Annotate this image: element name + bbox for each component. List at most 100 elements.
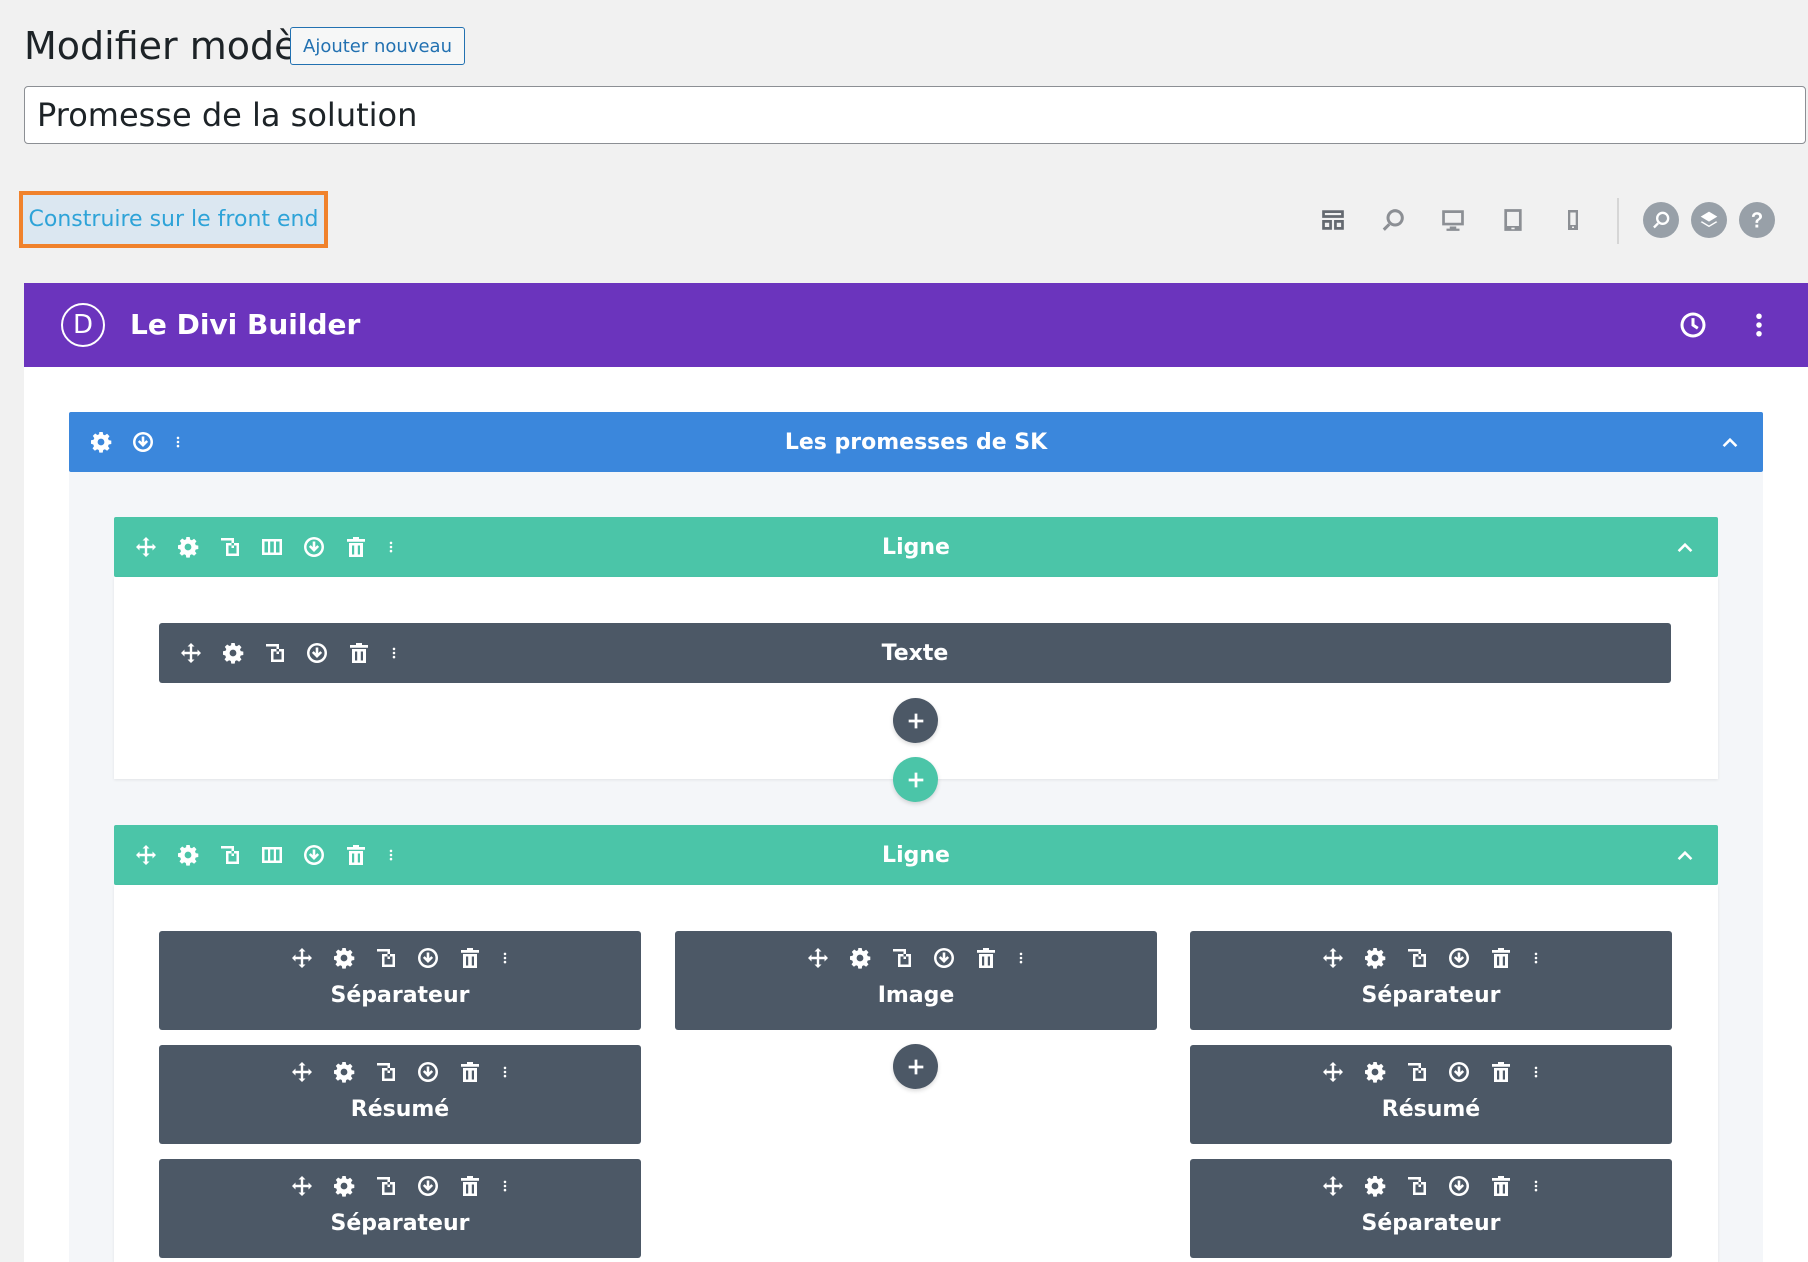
trash-icon[interactable] (456, 1058, 484, 1086)
add-new-button[interactable]: Ajouter nouveau (290, 27, 465, 65)
trash-icon[interactable] (1487, 1172, 1515, 1200)
chevron-up-icon[interactable] (1715, 427, 1745, 457)
zoom-icon[interactable] (1376, 203, 1410, 237)
module-title: Séparateur (1361, 983, 1501, 1008)
duplicate-icon[interactable] (372, 1172, 400, 1200)
save-icon[interactable] (300, 533, 328, 561)
duplicate-icon[interactable] (372, 944, 400, 972)
more-icon[interactable] (1529, 944, 1543, 972)
row-bar[interactable]: Ligne (114, 517, 1718, 577)
tablet-icon[interactable] (1496, 203, 1530, 237)
save-icon[interactable] (129, 428, 157, 456)
move-icon[interactable] (177, 639, 205, 667)
module-card[interactable]: Séparateur (159, 931, 641, 1030)
trash-icon[interactable] (972, 944, 1000, 972)
search-icon[interactable] (1643, 202, 1679, 238)
trash-icon[interactable] (345, 639, 373, 667)
trash-icon[interactable] (1487, 1058, 1515, 1086)
save-icon[interactable] (300, 841, 328, 869)
save-icon[interactable] (414, 944, 442, 972)
module-card[interactable]: Séparateur (159, 1159, 641, 1258)
module-bar[interactable]: Texte (159, 623, 1671, 683)
save-icon[interactable] (303, 639, 331, 667)
save-icon[interactable] (1445, 1058, 1473, 1086)
save-icon[interactable] (414, 1172, 442, 1200)
more-icon[interactable] (1014, 944, 1028, 972)
gear-icon[interactable] (330, 1058, 358, 1086)
more-icon[interactable] (384, 533, 398, 561)
module-title: Séparateur (1361, 1211, 1501, 1236)
section-bar[interactable]: Les promesses de SK (69, 412, 1763, 472)
duplicate-icon[interactable] (888, 944, 916, 972)
add-row-button[interactable] (893, 757, 938, 802)
module-card[interactable]: Résumé (1190, 1045, 1672, 1144)
duplicate-icon[interactable] (372, 1058, 400, 1086)
module-title: Image (877, 983, 955, 1008)
chevron-up-icon[interactable] (1670, 532, 1700, 562)
save-icon[interactable] (1445, 944, 1473, 972)
gear-icon[interactable] (1361, 1058, 1389, 1086)
desktop-icon[interactable] (1436, 203, 1470, 237)
gear-icon[interactable] (174, 533, 202, 561)
move-icon[interactable] (1319, 944, 1347, 972)
trash-icon[interactable] (456, 1172, 484, 1200)
columns-icon[interactable] (258, 841, 286, 869)
module-title: Séparateur (330, 983, 470, 1008)
add-module-button[interactable] (893, 1044, 938, 1089)
more-icon[interactable] (498, 944, 512, 972)
trash-icon[interactable] (1487, 944, 1515, 972)
duplicate-icon[interactable] (1403, 944, 1431, 972)
module-card[interactable]: Séparateur (1190, 931, 1672, 1030)
builder-menu-icon[interactable] (1744, 310, 1774, 340)
move-icon[interactable] (288, 944, 316, 972)
module-card[interactable]: Séparateur (1190, 1159, 1672, 1258)
gear-icon[interactable] (846, 944, 874, 972)
duplicate-icon[interactable] (216, 841, 244, 869)
more-icon[interactable] (498, 1058, 512, 1086)
trash-icon[interactable] (342, 841, 370, 869)
title-input[interactable]: Promesse de la solution (24, 86, 1806, 144)
move-icon[interactable] (1319, 1058, 1347, 1086)
gear-icon[interactable] (87, 428, 115, 456)
gear-icon[interactable] (1361, 1172, 1389, 1200)
duplicate-icon[interactable] (1403, 1172, 1431, 1200)
more-icon[interactable] (387, 639, 401, 667)
save-icon[interactable] (414, 1058, 442, 1086)
add-module-button[interactable] (893, 698, 938, 743)
module-title: Résumé (350, 1097, 450, 1122)
more-icon[interactable] (171, 428, 185, 456)
gear-icon[interactable] (174, 841, 202, 869)
save-icon[interactable] (930, 944, 958, 972)
trash-icon[interactable] (456, 944, 484, 972)
row-bar[interactable]: Ligne (114, 825, 1718, 885)
move-icon[interactable] (804, 944, 832, 972)
gear-icon[interactable] (219, 639, 247, 667)
module-card[interactable]: Résumé (159, 1045, 641, 1144)
trash-icon[interactable] (342, 533, 370, 561)
gear-icon[interactable] (330, 944, 358, 972)
save-icon[interactable] (1445, 1172, 1473, 1200)
move-icon[interactable] (288, 1172, 316, 1200)
more-icon[interactable] (1529, 1172, 1543, 1200)
layout-icon[interactable] (1316, 203, 1350, 237)
more-icon[interactable] (498, 1172, 512, 1200)
duplicate-icon[interactable] (216, 533, 244, 561)
phone-icon[interactable] (1556, 203, 1590, 237)
build-front-end-button[interactable]: Construire sur le front end (19, 191, 328, 248)
more-icon[interactable] (1529, 1058, 1543, 1086)
duplicate-icon[interactable] (1403, 1058, 1431, 1086)
move-icon[interactable] (132, 533, 160, 561)
move-icon[interactable] (288, 1058, 316, 1086)
columns-icon[interactable] (258, 533, 286, 561)
module-card[interactable]: Image (675, 931, 1157, 1030)
gear-icon[interactable] (1361, 944, 1389, 972)
history-icon[interactable] (1678, 310, 1708, 340)
move-icon[interactable] (1319, 1172, 1347, 1200)
chevron-up-icon[interactable] (1670, 840, 1700, 870)
layers-icon[interactable] (1691, 202, 1727, 238)
more-icon[interactable] (384, 841, 398, 869)
duplicate-icon[interactable] (261, 639, 289, 667)
help-icon[interactable] (1739, 202, 1775, 238)
gear-icon[interactable] (330, 1172, 358, 1200)
move-icon[interactable] (132, 841, 160, 869)
